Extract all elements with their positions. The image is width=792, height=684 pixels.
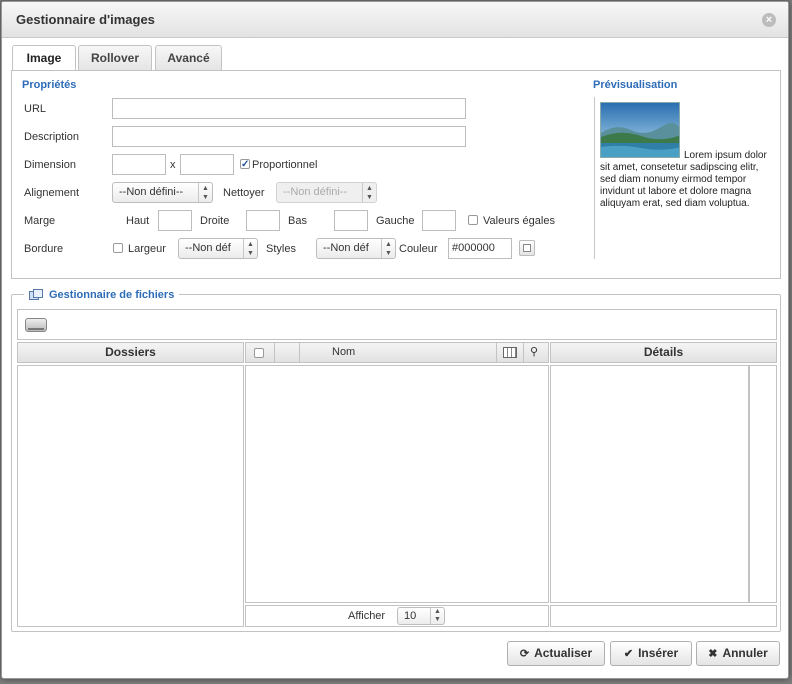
details-header: Détails [550, 342, 777, 363]
clear-select: --Non défini-- ▲ ▼ [276, 182, 377, 203]
border-style-select-value: --Non déf [323, 242, 369, 254]
preview-text-body: Lorem ipsum dolor sit amet, consetetur s… [600, 150, 767, 209]
tab-image[interactable]: Image [12, 45, 76, 72]
details-scrollbar[interactable] [749, 365, 777, 603]
border-checkbox[interactable] [113, 243, 123, 253]
margin-top-input[interactable] [158, 210, 192, 231]
preview-divider [594, 97, 595, 259]
refresh-button-label: Actualiser [534, 646, 593, 660]
select-arrow-icon: ▲ ▼ [381, 239, 395, 258]
margin-left-label: Gauche [376, 215, 415, 227]
alignment-label: Alignement [24, 187, 80, 199]
cancel-icon: ✖ [708, 648, 718, 660]
select-all-checkbox[interactable] [254, 348, 264, 358]
border-width-label: Largeur [128, 243, 166, 255]
border-style-select[interactable]: --Non déf ▲ ▼ [316, 238, 396, 259]
url-input[interactable] [112, 98, 466, 119]
file-list-footer: Afficher 10 ▲ ▼ [245, 605, 549, 627]
select-arrow-icon: ▲ ▼ [243, 239, 257, 258]
dimension-separator: x [170, 159, 176, 171]
tab-rollover[interactable]: Rollover [78, 45, 152, 71]
height-input[interactable] [180, 154, 234, 175]
border-style-label: Styles [266, 243, 296, 255]
check-icon: ✔ [623, 648, 634, 660]
description-label: Description [24, 131, 80, 143]
cancel-button-label: Annuler [722, 646, 768, 660]
properties-panel: Propriétés URL Description Dimension x ✓… [11, 70, 781, 279]
file-toolbar [17, 309, 777, 340]
clear-label: Nettoyer [223, 187, 265, 199]
select-arrow-icon: ▲ ▼ [198, 183, 212, 202]
search-icon[interactable]: ⚲ [530, 346, 538, 358]
insert-button-label: Insérer [638, 646, 679, 660]
name-header[interactable]: Nom [332, 343, 355, 362]
items-per-page-select[interactable]: 10 ▲ ▼ [397, 607, 445, 625]
drive-icon[interactable] [25, 318, 47, 332]
show-label: Afficher [348, 610, 386, 622]
border-label: Bordure [24, 243, 64, 255]
cancel-button[interactable]: ✖ Annuler [696, 641, 780, 666]
file-list-pane[interactable] [245, 365, 549, 603]
border-width-select[interactable]: --Non déf ▲ ▼ [178, 238, 258, 259]
dialog-titlebar: Gestionnaire d'images × [2, 2, 788, 38]
insert-button[interactable]: ✔ Insérer [610, 641, 692, 666]
margin-bottom-label: Bas [288, 215, 307, 227]
border-color-input[interactable]: #000000 [448, 238, 512, 259]
select-arrow-icon: ▲ ▼ [362, 183, 376, 202]
alignment-select-value: --Non défini-- [119, 186, 184, 198]
file-list-header: Nom ⚲ [245, 342, 549, 363]
select-arrow-icon: ▲ ▼ [430, 608, 444, 624]
folders-pane[interactable] [17, 365, 244, 627]
equal-values-label: Valeurs égales [483, 215, 555, 227]
url-label: URL [24, 103, 47, 115]
dimension-label: Dimension [24, 159, 76, 171]
proportional-checkbox[interactable]: ✓ [240, 159, 250, 170]
dialog-title: Gestionnaire d'images [16, 12, 155, 27]
alignment-select[interactable]: --Non défini-- ▲ ▼ [112, 182, 213, 203]
proportional-label: Proportionnel [252, 159, 318, 171]
preview-text: Lorem ipsum dolor sit amet, consetetur s… [600, 150, 768, 210]
margin-bottom-input[interactable] [334, 210, 368, 231]
border-color-label: Couleur [399, 243, 438, 255]
file-manager-legend: Gestionnaire de fichiers [24, 286, 180, 304]
file-manager-title: Gestionnaire de fichiers [49, 289, 175, 301]
refresh-button[interactable]: ⟳ Actualiser [507, 641, 605, 666]
file-manager: Gestionnaire de fichiers Dossiers Nom ⚲ … [11, 286, 781, 632]
width-input[interactable] [112, 154, 166, 175]
color-picker-icon[interactable] [519, 240, 535, 256]
margin-label: Marge [24, 215, 56, 227]
preview-title: Prévisualisation [593, 79, 678, 91]
folders-header: Dossiers [17, 342, 244, 363]
details-footer [550, 605, 777, 627]
image-manager-dialog: Gestionnaire d'images × Image Rollover A… [1, 1, 789, 679]
margin-left-input[interactable] [422, 210, 456, 231]
margin-top-label: Haut [126, 215, 150, 227]
refresh-icon: ⟳ [519, 648, 530, 660]
equal-values-checkbox[interactable] [468, 215, 478, 225]
close-icon[interactable]: × [762, 13, 776, 27]
border-width-select-value: --Non déf [185, 242, 231, 254]
clear-select-value: --Non défini-- [283, 186, 348, 198]
file-manager-icon [29, 289, 43, 301]
margin-right-label: Droite [200, 215, 230, 227]
properties-title: Propriétés [22, 79, 77, 91]
tab-advanced[interactable]: Avancé [155, 45, 222, 71]
items-per-page-value: 10 [404, 610, 417, 622]
description-input[interactable] [112, 126, 466, 147]
details-pane [550, 365, 749, 603]
margin-right-input[interactable] [246, 210, 280, 231]
view-mode-icon[interactable] [503, 347, 517, 358]
